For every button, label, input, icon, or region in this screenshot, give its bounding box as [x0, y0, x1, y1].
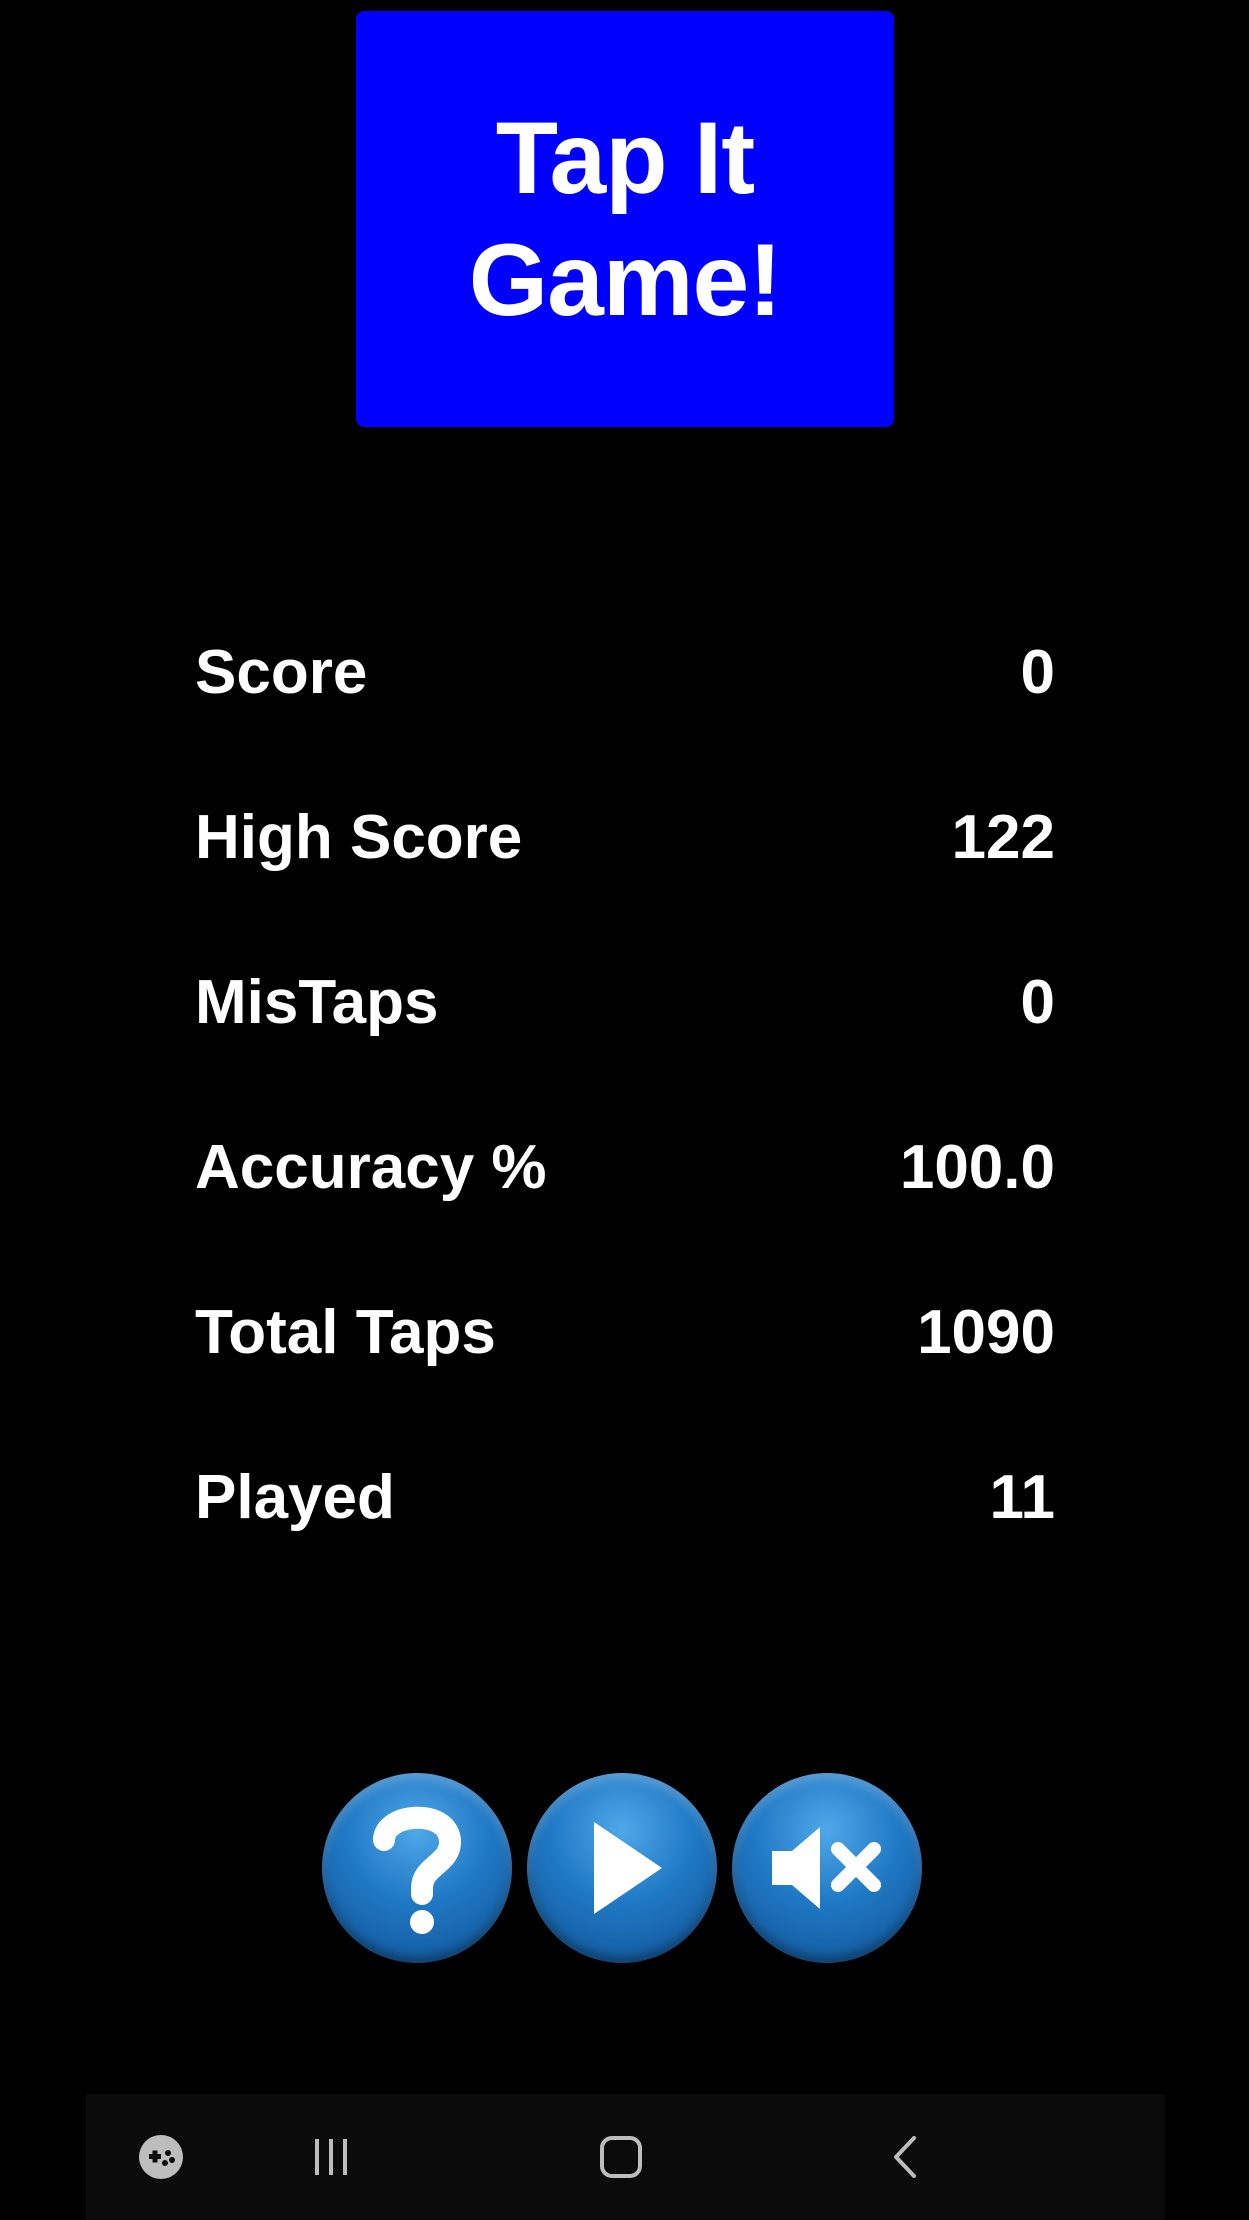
stat-row-played: Played 11 [195, 1415, 1055, 1580]
home-button[interactable] [576, 2094, 666, 2220]
home-icon [600, 2136, 642, 2178]
back-button[interactable] [866, 2094, 946, 2220]
stat-label: Score [195, 638, 368, 707]
stat-value: 11 [989, 1463, 1055, 1532]
stat-label: Accuracy % [195, 1133, 547, 1202]
stat-label: Played [195, 1463, 395, 1532]
speaker-muted-icon [772, 1827, 881, 1909]
system-navigation-bar [86, 2094, 1165, 2220]
control-buttons [322, 1773, 922, 1963]
question-icon [373, 1806, 462, 1934]
page-title: Tap It Game! [468, 101, 782, 337]
help-button[interactable] [322, 1773, 512, 1963]
stat-row-total-taps: Total Taps 1090 [195, 1250, 1055, 1415]
play-button[interactable] [527, 1773, 717, 1963]
back-icon [894, 2136, 916, 2178]
game-launcher-button[interactable] [126, 2094, 196, 2220]
stat-row-score: Score 0 [195, 590, 1055, 755]
stat-value: 122 [951, 803, 1055, 872]
stat-row-accuracy: Accuracy % 100.0 [195, 1085, 1055, 1250]
stats-panel: Score 0 High Score 122 MisTaps 0 Accurac… [195, 590, 1055, 1580]
title-banner: Tap It Game! [356, 11, 894, 427]
stat-row-high-score: High Score 122 [195, 755, 1055, 920]
play-icon [594, 1822, 662, 1914]
stat-label: Total Taps [195, 1298, 496, 1367]
mute-button[interactable] [732, 1773, 922, 1963]
stat-row-mistaps: MisTaps 0 [195, 920, 1055, 1085]
stat-value: 1090 [917, 1298, 1055, 1367]
recent-apps-button[interactable] [291, 2094, 371, 2220]
stat-label: High Score [195, 803, 523, 872]
stat-label: MisTaps [195, 968, 439, 1037]
stat-value: 0 [1020, 968, 1055, 1037]
stat-value: 100.0 [899, 1133, 1055, 1202]
recent-apps-icon [315, 2139, 347, 2175]
stat-value: 0 [1020, 638, 1055, 707]
game-launcher-icon [139, 2135, 183, 2179]
